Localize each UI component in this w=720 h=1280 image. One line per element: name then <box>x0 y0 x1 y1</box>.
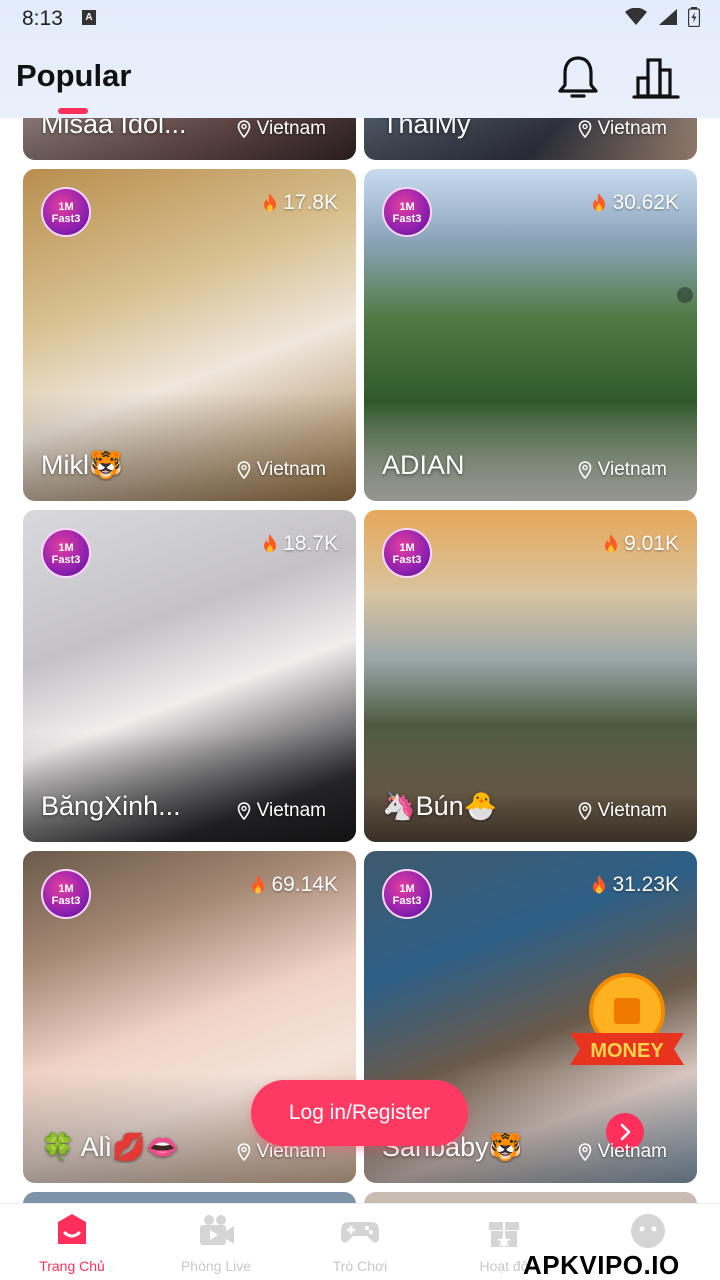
battery-icon <box>688 7 700 27</box>
fire-icon <box>593 875 606 894</box>
status-icons <box>624 7 700 27</box>
chevron-right-icon <box>620 1123 631 1141</box>
event-badge: 1M Fast3 <box>41 869 91 919</box>
viewer-count-text: 31.23K <box>612 873 679 896</box>
stream-card[interactable]: 1M Fast3 17.8K Mikl🐯 Vietnam <box>23 169 356 501</box>
ranking-icon[interactable] <box>632 54 680 102</box>
card-location-text: Vietnam <box>597 800 667 821</box>
viewer-count: 18.7K <box>261 532 338 556</box>
card-shade <box>23 391 356 501</box>
nav-item-games[interactable]: Trò Chơi <box>300 1212 420 1278</box>
fire-icon <box>264 193 277 212</box>
carousel-next-icon[interactable] <box>677 287 693 303</box>
live-room-icon <box>200 1215 234 1245</box>
header: Popular <box>0 40 720 118</box>
card-location: Vietnam <box>237 800 326 822</box>
viewer-count: 69.14K <box>249 873 338 897</box>
event-badge: 1M Fast3 <box>382 528 432 578</box>
card-location: Vietnam <box>237 118 326 140</box>
card-location: Vietnam <box>578 800 667 822</box>
fire-icon <box>605 534 618 553</box>
nav-label: Trò Chơi <box>332 1258 388 1274</box>
location-pin-icon <box>237 1143 250 1161</box>
location-pin-icon <box>237 461 250 479</box>
nav-item-live-room[interactable]: Phòng Live <box>156 1212 276 1278</box>
location-pin-icon <box>578 1143 591 1161</box>
wifi-icon <box>625 8 647 25</box>
gift-icon <box>489 1216 519 1247</box>
fire-icon <box>252 875 265 894</box>
fire-icon <box>264 534 277 553</box>
status-bar: 8:13 A <box>0 0 720 36</box>
card-location: Vietnam <box>578 1141 667 1163</box>
viewer-count-text: 9.01K <box>624 532 679 555</box>
card-shade <box>23 732 356 842</box>
event-badge: 1M Fast3 <box>382 869 432 919</box>
card-shade <box>364 391 697 501</box>
location-pin-icon <box>578 802 591 820</box>
card-name: BăngXinh... <box>41 791 181 821</box>
card-name: Mikl🐯 <box>41 450 123 480</box>
card-shade <box>364 732 697 842</box>
money-label: MONEY <box>590 1040 664 1062</box>
fire-icon <box>593 193 606 212</box>
event-badge: 1M Fast3 <box>41 187 91 237</box>
viewer-count: 30.62K <box>590 191 679 215</box>
card-location-text: Vietnam <box>256 800 326 821</box>
viewer-count-text: 18.7K <box>283 532 338 555</box>
card-location: Vietnam <box>237 459 326 481</box>
viewer-count: 9.01K <box>602 532 679 556</box>
location-pin-icon <box>578 120 591 138</box>
viewer-count: 31.23K <box>590 873 679 897</box>
event-badge: 1M Fast3 <box>41 528 91 578</box>
viewer-count-text: 30.62K <box>612 191 679 214</box>
watermark-text: APKVIPO.IO <box>523 1250 680 1280</box>
viewer-count-text: 17.8K <box>283 191 338 214</box>
nav-label: Phòng Live <box>180 1258 252 1274</box>
card-name: 🦄Bún🐣 <box>382 791 498 821</box>
profile-icon <box>631 1214 665 1248</box>
card-location: Vietnam <box>578 459 667 481</box>
title-underline <box>58 108 88 114</box>
card-location: Vietnam <box>578 118 667 140</box>
app-header-area: 8:13 A Popular <box>0 0 720 118</box>
stream-card[interactable]: 1M Fast3 18.7K BăngXinh... Vietnam <box>23 510 356 842</box>
card-name: 🍀 Alì💋👄 <box>41 1132 180 1162</box>
viewer-count: 17.8K <box>261 191 338 215</box>
stream-card[interactable]: 1M Fast3 9.01K 🦄Bún🐣 Vietnam <box>364 510 697 842</box>
card-name: ADIAN <box>382 450 465 480</box>
location-pin-icon <box>237 120 250 138</box>
page-title: Popular <box>16 58 132 93</box>
login-register-button[interactable]: Log in/Register <box>251 1080 468 1146</box>
stream-card[interactable]: 1M Fast3 30.62K ADIAN Vietnam <box>364 169 697 501</box>
card-location-text: Vietnam <box>597 1141 667 1162</box>
signal-icon <box>659 9 677 25</box>
card-location-text: Vietnam <box>597 459 667 480</box>
card-location-text: Vietnam <box>256 459 326 480</box>
gamepad-icon <box>341 1222 379 1243</box>
nav-label: Trang Chủ <box>39 1258 105 1274</box>
viewer-count-text: 69.14K <box>271 873 338 896</box>
notification-icon: A <box>82 10 96 25</box>
card-location-text: Vietnam <box>256 118 326 139</box>
status-time: 8:13 <box>22 7 63 30</box>
location-pin-icon <box>237 802 250 820</box>
bell-icon[interactable] <box>556 54 600 102</box>
nav-item-home[interactable]: Trang Chủ <box>12 1212 132 1278</box>
card-location-text: Vietnam <box>597 118 667 139</box>
home-icon <box>58 1214 86 1244</box>
location-pin-icon <box>578 461 591 479</box>
money-promo-icon[interactable]: MONEY <box>562 971 692 1081</box>
event-badge: 1M Fast3 <box>382 187 432 237</box>
